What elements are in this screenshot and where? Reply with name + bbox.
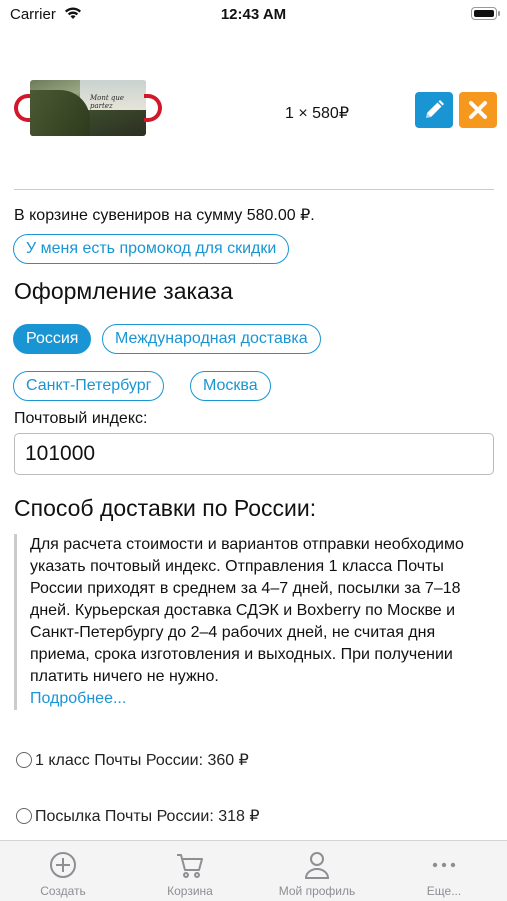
status-bar: Carrier 12:43 AM: [0, 0, 507, 30]
edit-item-button[interactable]: [415, 92, 453, 128]
product-image-mug[interactable]: Mont que partez: [14, 80, 162, 136]
cart-icon: [177, 854, 203, 878]
promo-code-button[interactable]: У меня есть промокод для скидки: [13, 234, 290, 264]
order-title: Оформление заказа: [14, 278, 233, 304]
plus-circle-icon: [50, 852, 76, 878]
radio-button[interactable]: [16, 752, 32, 768]
zip-input[interactable]: [14, 433, 494, 475]
tab-cart[interactable]: Корзина: [127, 841, 253, 901]
tab-bar: Создать Корзина Мой профиль Еще...: [0, 840, 507, 901]
status-time: 12:43 AM: [220, 6, 287, 23]
mug-caption: Mont que partez: [90, 94, 125, 110]
delivery-info: Для расчета стоимости и вариантов отправ…: [14, 534, 494, 710]
zip-label: Почтовый индекс:: [14, 410, 148, 427]
region-option-russia[interactable]: Россия: [13, 324, 92, 354]
cart-summary: В корзине сувениров на сумму 580.00 ₽.: [14, 207, 315, 224]
pencil-icon: [426, 100, 444, 118]
more-icon: [432, 862, 456, 868]
divider: [14, 189, 494, 190]
battery-icon: [471, 7, 500, 20]
tab-label: Мой профиль: [278, 884, 356, 898]
region-option-international[interactable]: Международная доставка: [102, 324, 321, 354]
city-option-spb[interactable]: Санкт-Петербург: [13, 371, 165, 401]
cart-item: Mont que partez 1 × 580₽: [0, 70, 507, 150]
delivery-option-label: Посылка Почты России: 318 ₽: [35, 808, 260, 825]
remove-item-button[interactable]: [459, 92, 497, 128]
delivery-option-first-class[interactable]: 1 класс Почты России: 360 ₽: [16, 749, 249, 771]
person-icon: [304, 852, 330, 879]
city-option-moscow[interactable]: Москва: [190, 371, 271, 401]
tab-label: Создать: [40, 884, 86, 898]
tab-create[interactable]: Создать: [0, 841, 126, 901]
delivery-info-text: Для расчета стоимости и вариантов отправ…: [30, 536, 464, 685]
delivery-option-label: 1 класс Почты России: 360 ₽: [35, 752, 249, 769]
tab-profile[interactable]: Мой профиль: [254, 841, 380, 901]
item-quantity-price: 1 × 580₽: [285, 105, 350, 122]
tab-more[interactable]: Еще...: [381, 841, 507, 901]
delivery-option-parcel[interactable]: Посылка Почты России: 318 ₽: [16, 805, 260, 827]
tab-label: Корзина: [167, 884, 213, 898]
more-info-link[interactable]: Подробнее...: [30, 690, 126, 707]
radio-button[interactable]: [16, 808, 32, 824]
close-icon: [469, 101, 487, 119]
delivery-title: Способ доставки по России:: [14, 495, 317, 521]
tab-label: Еще...: [426, 884, 462, 898]
